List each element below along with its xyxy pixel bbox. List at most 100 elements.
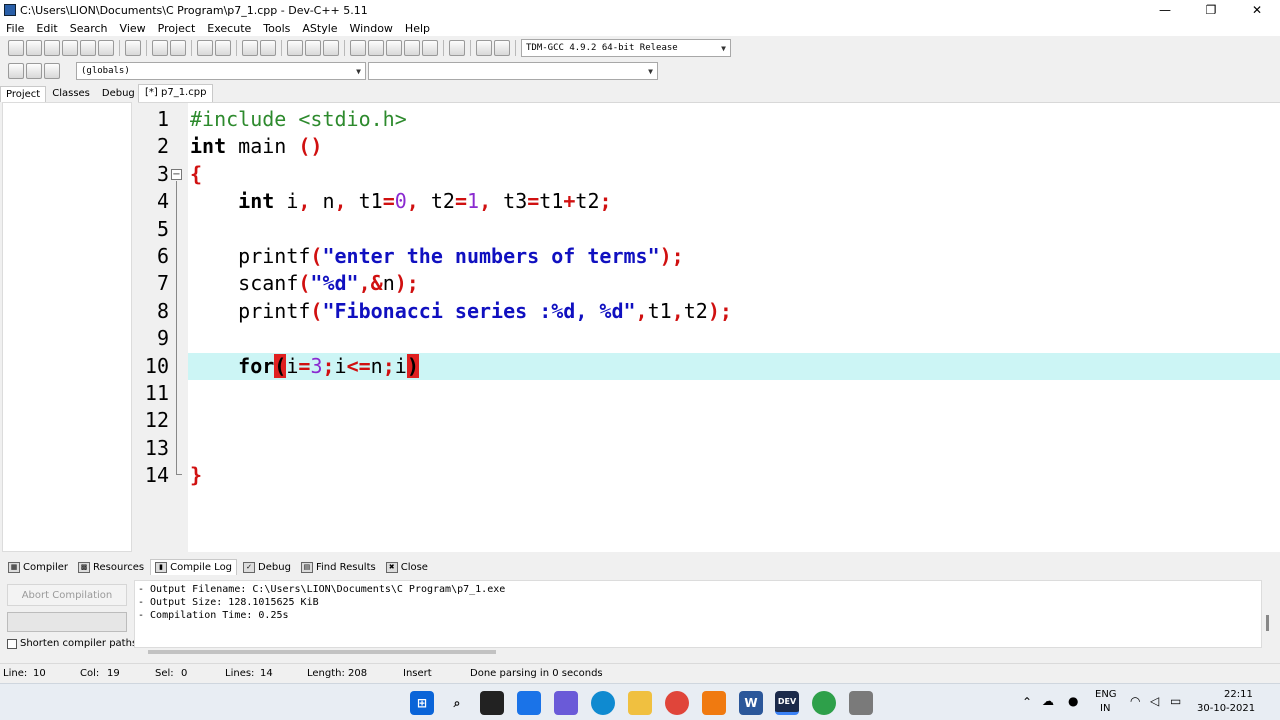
menu-search[interactable]: Search (64, 22, 114, 35)
menu-window[interactable]: Window (344, 22, 399, 35)
run-icon[interactable] (368, 40, 384, 56)
language-indicator[interactable]: ENG (1095, 689, 1117, 700)
editor-file-tab[interactable]: [*] p7_1.cpp (138, 84, 214, 102)
check-syntax-icon[interactable] (422, 40, 438, 56)
code-token: t1 (647, 298, 672, 323)
project-tree[interactable] (2, 102, 132, 552)
goto-icon[interactable] (323, 40, 339, 56)
vertical-scrollbar[interactable] (1266, 615, 1269, 631)
debug-icon[interactable] (494, 40, 510, 56)
fold-end-marker (176, 474, 182, 476)
tab-debug-output[interactable]: ✓ Debug (239, 560, 295, 575)
edge-icon[interactable] (591, 691, 615, 715)
code-editor[interactable]: 1 2 3 4 5 6 7 8 9 10 11 12 13 14− #include <stdio.h> i… (138, 102, 1280, 553)
print-icon[interactable] (125, 40, 141, 56)
file-explorer-icon[interactable] (628, 691, 652, 715)
new-file-icon[interactable] (8, 40, 24, 56)
menu-project[interactable]: Project (152, 22, 202, 35)
compile-icon[interactable] (350, 40, 366, 56)
save-all-icon[interactable] (62, 40, 78, 56)
undo-icon[interactable] (152, 40, 168, 56)
replace-icon[interactable] (215, 40, 231, 56)
close-button[interactable]: ✕ (1234, 0, 1280, 20)
maximize-button[interactable]: ❐ (1188, 0, 1234, 20)
horizontal-scrollbar[interactable] (148, 650, 496, 654)
close-file-icon[interactable] (80, 40, 96, 56)
tab-project[interactable]: Project (0, 86, 47, 102)
chat-icon[interactable] (554, 691, 578, 715)
scope-select[interactable]: (globals) ▼ (76, 62, 366, 80)
menu-view[interactable]: View (114, 22, 152, 35)
devcpp-taskbar-icon[interactable]: DEV (775, 691, 799, 715)
tab-compiler[interactable]: ▦ Compiler (4, 560, 72, 575)
open-file-icon[interactable] (26, 40, 42, 56)
tab-debug[interactable]: Debug (96, 85, 141, 102)
code-line[interactable]: int main () (190, 133, 322, 160)
clock-time[interactable]: 22:11 (1224, 689, 1253, 700)
status-length: 208 (348, 668, 368, 679)
chevron-up-icon[interactable]: ⌃ (1022, 695, 1032, 709)
menu-tools[interactable]: Tools (257, 22, 296, 35)
profile-icon[interactable] (476, 40, 492, 56)
widgets-icon[interactable] (517, 691, 541, 715)
menu-help[interactable]: Help (399, 22, 436, 35)
cloud-icon[interactable]: ☁ (1042, 694, 1054, 708)
compile-log-output[interactable]: - Output Filename: C:\Users\LION\Documen… (134, 580, 1262, 648)
tab-close[interactable]: ✖ Close (382, 560, 432, 575)
code-line[interactable]: { (190, 161, 202, 188)
menu-execute[interactable]: Execute (201, 22, 257, 35)
volume-icon[interactable]: ◁ (1150, 694, 1159, 708)
class-browser-icon[interactable] (8, 63, 24, 79)
code-line[interactable]: int i, n, t1=0, t2=1, t3=t1+t2; (190, 188, 611, 215)
app-icon[interactable] (849, 691, 873, 715)
battery-icon[interactable]: ▭ (1170, 694, 1181, 708)
windows-start-icon[interactable]: ⊞ (410, 691, 434, 715)
code-line[interactable]: printf("Fibonacci series :%d, %d",t1,t2)… (190, 298, 732, 325)
unindent-icon[interactable] (260, 40, 276, 56)
tab-classes[interactable]: Classes (46, 85, 96, 102)
chrome-icon[interactable] (665, 691, 689, 715)
code-line[interactable]: } (190, 462, 202, 489)
menu-edit[interactable]: Edit (30, 22, 63, 35)
close-all-icon[interactable] (98, 40, 114, 56)
code-line[interactable]: printf("enter the numbers of terms"); (190, 243, 684, 270)
tab-find-results[interactable]: ▤ Find Results (297, 560, 380, 575)
stop-icon[interactable] (449, 40, 465, 56)
scope-select-value: (globals) (81, 66, 130, 76)
abort-compilation-button[interactable]: Abort Compilation (7, 584, 127, 606)
indent-icon[interactable] (242, 40, 258, 56)
word-icon[interactable]: W (739, 691, 763, 715)
member-select[interactable]: ▼ (368, 62, 658, 80)
code-line[interactable]: for(i=3;i<=n;i) (190, 353, 419, 380)
shorten-paths-option[interactable]: Shorten compiler paths (7, 638, 137, 649)
redo-icon[interactable] (170, 40, 186, 56)
compile-run-icon[interactable] (386, 40, 402, 56)
minimize-button[interactable]: — (1142, 0, 1188, 20)
shorten-paths-label: Shorten compiler paths (20, 638, 138, 649)
code-token: n (382, 271, 395, 296)
forward-icon[interactable] (305, 40, 321, 56)
shorten-paths-checkbox[interactable] (7, 638, 17, 649)
back-icon[interactable] (287, 40, 303, 56)
goto-declaration-icon[interactable] (26, 63, 42, 79)
code-line[interactable]: scanf("%d",&n); (190, 270, 419, 297)
chrome-alt-icon[interactable] (812, 691, 836, 715)
wifi-icon[interactable]: ◠ (1130, 694, 1140, 708)
goto-definition-icon[interactable] (44, 63, 60, 79)
task-view-icon[interactable] (480, 691, 504, 715)
tab-compile-log[interactable]: ▮ Compile Log (150, 559, 238, 575)
fold-guide (176, 180, 177, 475)
code-line[interactable]: #include <stdio.h> (190, 106, 407, 133)
vlc-icon[interactable] (702, 691, 726, 715)
compiler-select[interactable]: TDM-GCC 4.9.2 64-bit Release ▼ (521, 39, 731, 57)
save-icon[interactable] (44, 40, 60, 56)
tab-resources[interactable]: ▩ Resources (74, 560, 148, 575)
search-icon[interactable]: ⌕ (445, 691, 469, 715)
clock-date[interactable]: 30-10-2021 (1197, 703, 1255, 714)
microphone-icon[interactable]: ● (1068, 694, 1078, 708)
rebuild-icon[interactable] (404, 40, 420, 56)
find-icon[interactable] (197, 40, 213, 56)
menu-astyle[interactable]: AStyle (296, 22, 343, 35)
menu-file[interactable]: File (0, 22, 30, 35)
fold-collapse-icon[interactable]: − (171, 168, 182, 180)
